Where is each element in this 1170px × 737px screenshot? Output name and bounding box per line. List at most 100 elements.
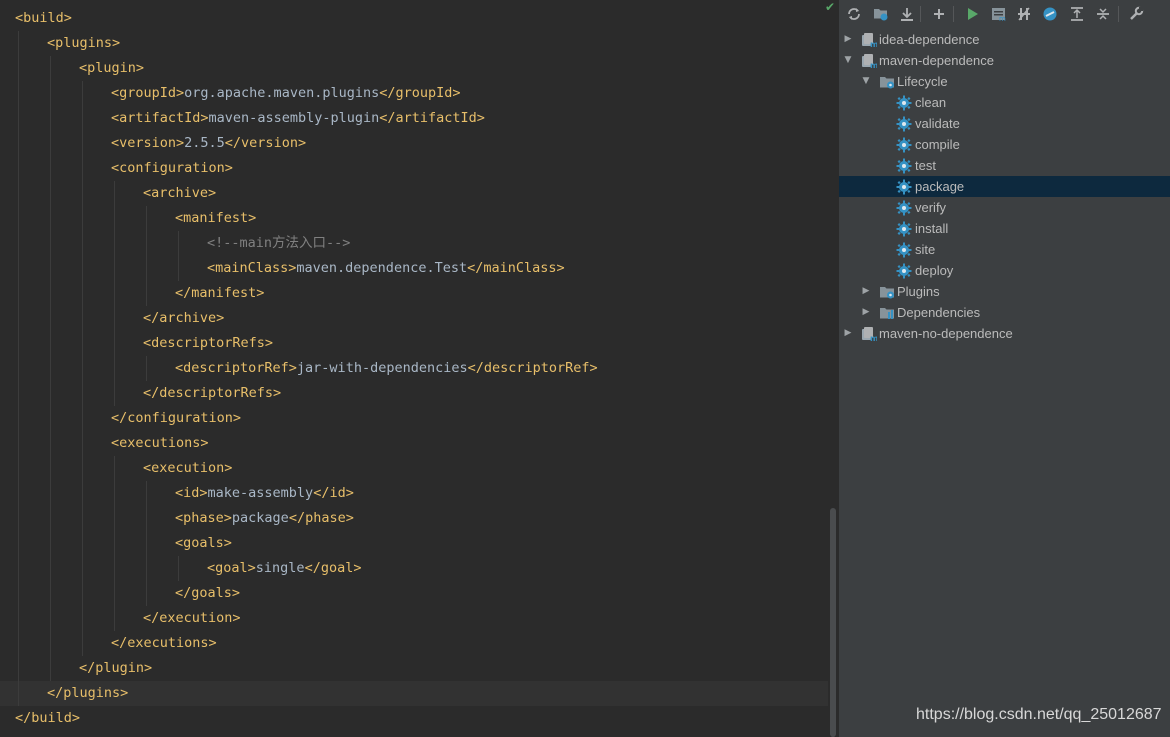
chevron-down-icon[interactable]: ▼	[843, 50, 853, 71]
code-line[interactable]: <!--main方法入口-->	[0, 231, 828, 256]
code-text: </build>	[15, 706, 80, 731]
indent-guide	[18, 306, 19, 331]
indent-guide	[82, 381, 83, 406]
indent-guide	[18, 481, 19, 506]
toggle-offline-icon[interactable]	[1014, 4, 1034, 24]
inspection-ok-icon: ✔	[824, 0, 836, 14]
maven-project-tree[interactable]: ▶ m idea-dependence ▼ m maven-dependence ▼ Life…	[839, 29, 1170, 344]
tree-item-label: validate	[915, 116, 960, 131]
code-line[interactable]: <groupId>org.apache.maven.plugins</group…	[0, 81, 828, 106]
code-line[interactable]: </descriptorRefs>	[0, 381, 828, 406]
indent-guide	[82, 81, 83, 106]
code-line[interactable]: <execution>	[0, 456, 828, 481]
indent-guide	[50, 81, 51, 106]
indent-guide	[50, 381, 51, 406]
tree-item-deploy[interactable]: deploy	[839, 260, 1170, 281]
code-text: <descriptorRefs>	[143, 331, 273, 356]
code-line[interactable]: </build>	[0, 706, 828, 731]
code-line[interactable]: <descriptorRefs>	[0, 331, 828, 356]
xml-text: org.apache.maven.plugins	[184, 85, 380, 101]
xml-tag: <archive>	[143, 185, 217, 201]
code-line[interactable]: <id>make-assembly</id>	[0, 481, 828, 506]
tree-item-maven-dependence[interactable]: ▼ m maven-dependence	[839, 50, 1170, 71]
download-sources-icon[interactable]	[897, 4, 917, 24]
indent-guide	[18, 631, 19, 656]
xml-tag: </id>	[313, 485, 354, 501]
code-line[interactable]: <artifactId>maven-assembly-plugin</artif…	[0, 106, 828, 131]
xml-tag: </phase>	[288, 510, 354, 526]
code-line[interactable]: <phase>package</phase>	[0, 506, 828, 531]
tree-item-package[interactable]: package	[839, 176, 1170, 197]
indent-guide	[50, 656, 51, 681]
indent-guide	[82, 531, 83, 556]
code-line[interactable]: </execution>	[0, 606, 828, 631]
chevron-down-icon[interactable]: ▼	[861, 71, 871, 92]
code-line[interactable]: <mainClass>maven.dependence.Test</mainCl…	[0, 256, 828, 281]
indent-guide	[50, 606, 51, 631]
run-icon[interactable]	[962, 4, 982, 24]
add-project-icon[interactable]	[929, 4, 949, 24]
xml-tag: <descriptorRef>	[175, 360, 297, 376]
code-line[interactable]: <goals>	[0, 531, 828, 556]
code-line[interactable]: </configuration>	[0, 406, 828, 431]
settings-icon[interactable]	[1126, 4, 1146, 24]
xml-tag: <plugin>	[79, 60, 145, 76]
code-line[interactable]: </plugins>	[0, 681, 828, 706]
generate-sources-icon[interactable]	[871, 4, 891, 24]
code-line[interactable]: </goals>	[0, 581, 828, 606]
code-line[interactable]: <build>	[0, 6, 828, 31]
code-line[interactable]: <version>2.5.5</version>	[0, 131, 828, 156]
xml-text: maven-assembly-plugin	[208, 110, 380, 126]
tree-item-maven-no-dependence[interactable]: ▶ m maven-no-dependence	[839, 323, 1170, 344]
chevron-right-icon[interactable]: ▶	[861, 302, 871, 323]
indent-guide	[18, 181, 19, 206]
code-line[interactable]: <executions>	[0, 431, 828, 456]
tree-item-compile[interactable]: compile	[839, 134, 1170, 155]
tree-item-Dependencies[interactable]: ▶ Dependencies	[839, 302, 1170, 323]
tree-item-Lifecycle[interactable]: ▼ Lifecycle	[839, 71, 1170, 92]
collapse-all-icon[interactable]	[1093, 4, 1113, 24]
indent-guide	[146, 206, 147, 231]
tree-item-site[interactable]: site	[839, 239, 1170, 260]
code-line[interactable]: <goal>single</goal>	[0, 556, 828, 581]
xml-tag: </build>	[15, 710, 81, 726]
indent-guide	[82, 581, 83, 606]
code-line[interactable]: </archive>	[0, 306, 828, 331]
tree-item-label: idea-dependence	[879, 32, 980, 47]
indent-guide	[50, 431, 51, 456]
code-text: </archive>	[143, 306, 224, 331]
reimport-icon[interactable]	[844, 4, 864, 24]
skip-tests-icon[interactable]	[1040, 4, 1060, 24]
tree-item-install[interactable]: install	[839, 218, 1170, 239]
code-line[interactable]: <configuration>	[0, 156, 828, 181]
indent-guide	[18, 156, 19, 181]
chevron-right-icon[interactable]: ▶	[843, 323, 853, 344]
tree-item-Plugins[interactable]: ▶ Plugins	[839, 281, 1170, 302]
scrollbar-thumb[interactable]	[830, 508, 836, 737]
code-line[interactable]: <manifest>	[0, 206, 828, 231]
code-editor[interactable]: <build> <plugins> <plugin> <groupId>org.apa…	[0, 0, 828, 737]
indent-guide	[50, 131, 51, 156]
indent-guide	[50, 106, 51, 131]
gear-icon	[896, 221, 912, 237]
tree-item-clean[interactable]: clean	[839, 92, 1170, 113]
code-line[interactable]: <archive>	[0, 181, 828, 206]
tree-item-verify[interactable]: verify	[839, 197, 1170, 218]
code-line[interactable]: <plugins>	[0, 31, 828, 56]
indent-guide	[114, 606, 115, 631]
tree-item-test[interactable]: test	[839, 155, 1170, 176]
xml-text: make-assembly	[207, 485, 314, 501]
editor-scrollbar[interactable]	[828, 0, 838, 737]
indent-guide	[114, 581, 115, 606]
tree-item-validate[interactable]: validate	[839, 113, 1170, 134]
code-line[interactable]: <descriptorRef>jar-with-dependencies</de…	[0, 356, 828, 381]
code-line[interactable]: </plugin>	[0, 656, 828, 681]
tree-item-idea-dependence[interactable]: ▶ m idea-dependence	[839, 29, 1170, 50]
show-diagram-icon[interactable]	[1067, 4, 1087, 24]
chevron-right-icon[interactable]: ▶	[861, 281, 871, 302]
code-line[interactable]: </manifest>	[0, 281, 828, 306]
chevron-right-icon[interactable]: ▶	[843, 29, 853, 50]
code-line[interactable]: </executions>	[0, 631, 828, 656]
code-line[interactable]: <plugin>	[0, 56, 828, 81]
execute-goal-icon[interactable]: m	[989, 4, 1009, 24]
